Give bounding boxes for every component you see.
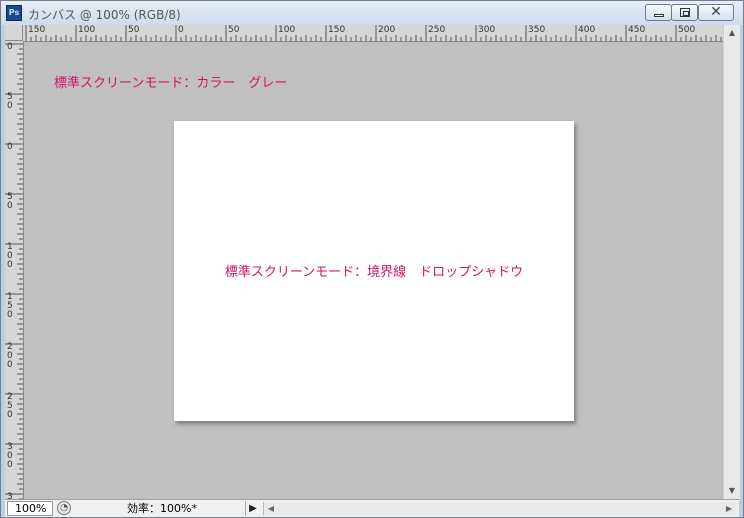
ruler-label: 100 (278, 25, 296, 35)
pasteboard-label: 標準スクリーンモード：カラー グレー (54, 76, 288, 91)
close-icon: ✕ (710, 4, 722, 20)
ruler-label: 0 (178, 25, 184, 35)
ruler-label: 350 (528, 25, 546, 35)
restore-icon (680, 8, 690, 17)
scroll-left-arrow-icon[interactable]: ◀ (266, 502, 276, 515)
scroll-right-arrow-icon[interactable]: ▶ (724, 502, 734, 515)
ruler-label: 200 (7, 342, 13, 370)
zoom-level-field[interactable]: 100% (7, 501, 53, 516)
horizontal-scrollbar[interactable]: ◀ ▶ (263, 502, 736, 515)
scroll-up-arrow-icon[interactable]: ▲ (727, 28, 737, 38)
ruler-label: 0 (7, 142, 13, 152)
ruler-label: 200 (378, 25, 396, 35)
ruler-label: 400 (578, 25, 596, 35)
title-bar[interactable]: Ps カンバス @ 100% (RGB/8) ✕ (1, 1, 743, 25)
status-menu-arrow-icon[interactable]: ▶ (247, 502, 259, 515)
ruler-origin[interactable] (5, 25, 23, 41)
ruler-label: 100 (78, 25, 96, 35)
vertical-scrollbar[interactable]: ▲ ▼ (723, 25, 740, 499)
ruler-label: 300 (7, 442, 13, 470)
ruler-label: 50 (7, 92, 13, 111)
document-canvas[interactable]: 標準スクリーンモード：境界線 ドロップシャドウ (174, 121, 574, 421)
ruler-label: 50 (228, 25, 240, 35)
ruler-label: 50 (7, 192, 13, 211)
ruler-label: 150 (7, 292, 13, 320)
photoshop-icon[interactable]: Ps (6, 5, 22, 21)
status-bar: 100% ◔ 効率：100%* ▶ ◀ ▶ (5, 499, 739, 517)
ruler-label: 300 (478, 25, 496, 35)
status-info: 効率：100%* (79, 501, 246, 516)
ruler-label: 500 (678, 25, 696, 35)
minimize-icon (654, 14, 664, 17)
scroll-down-arrow-icon[interactable]: ▼ (727, 486, 737, 496)
document-window: Ps カンバス @ 100% (RGB/8) ✕ 150 100 50 0 50 100 1… (0, 0, 744, 518)
canvas-pasteboard[interactable]: 標準スクリーンモード：カラー グレー 標準スクリーンモード：境界線 ドロップシャ… (24, 42, 723, 499)
document-label: 標準スクリーンモード：境界線 ドロップシャドウ (224, 265, 524, 280)
ruler-label: 450 (628, 25, 646, 35)
ruler-label: 50 (128, 25, 140, 35)
close-button[interactable]: ✕ (698, 4, 734, 21)
restore-button[interactable] (671, 4, 698, 21)
ruler-label: 150 (328, 25, 346, 35)
ruler-label: 250 (7, 392, 13, 420)
ruler-label: 0 (7, 42, 13, 52)
zoom-options-icon[interactable]: ◔ (57, 501, 71, 515)
minimize-button[interactable] (645, 4, 672, 21)
ruler-label: 150 (28, 25, 46, 35)
window-title: カンバス @ 100% (RGB/8) (28, 8, 181, 22)
ruler-label: 250 (428, 25, 446, 35)
vertical-ruler[interactable]: 05005010015020025030035 (5, 41, 24, 499)
ruler-label: 100 (7, 242, 13, 270)
horizontal-ruler[interactable]: 150 100 50 0 50 100 150 200 250 300 350 400 450 500 (23, 25, 723, 42)
